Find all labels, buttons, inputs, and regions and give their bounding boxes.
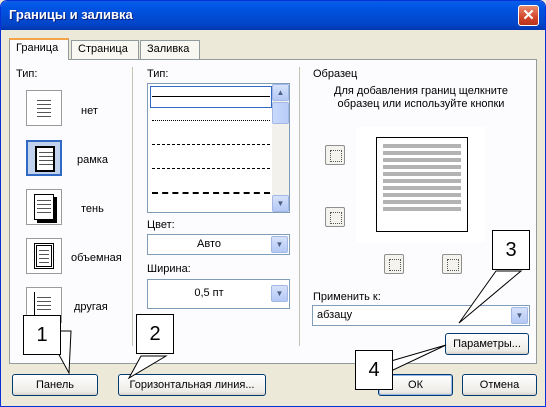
preview-label: Образец: [313, 68, 358, 80]
right-border-button[interactable]: [442, 254, 462, 274]
border-shadow-icon[interactable]: [26, 189, 62, 225]
callout-2: 2: [136, 314, 174, 354]
border-3d-icon[interactable]: [26, 238, 62, 274]
preview-area[interactable]: [356, 127, 486, 242]
options-button[interactable]: Параметры...: [445, 333, 529, 355]
toolbar-panel-button[interactable]: Панель: [12, 374, 98, 396]
style-scrollbar[interactable]: ▲ ▼: [272, 84, 289, 212]
scroll-up-arrow-icon[interactable]: ▲: [272, 84, 289, 101]
title-bar[interactable]: Границы и заливка ✕: [1, 1, 545, 30]
border-box-icon[interactable]: [26, 140, 62, 176]
chevron-down-icon[interactable]: ▼: [271, 236, 288, 253]
close-button[interactable]: ✕: [518, 5, 539, 26]
apply-to-dropdown[interactable]: абзацу ▼: [312, 305, 530, 326]
apply-to-value: абзацу: [317, 309, 353, 321]
apply-to-label: Применить к:: [313, 291, 381, 303]
callout-4: 4: [355, 350, 393, 390]
setting-label: Тип:: [16, 68, 38, 80]
border-none-icon[interactable]: [26, 90, 62, 126]
cancel-button[interactable]: Отмена: [462, 374, 537, 396]
scroll-thumb[interactable]: [272, 102, 289, 124]
top-border-button[interactable]: [325, 145, 345, 165]
scroll-down-arrow-icon[interactable]: ▼: [272, 195, 289, 212]
divider: [132, 67, 133, 346]
preview-hint: Для добавления границ щелкните образец и…: [334, 85, 508, 110]
left-border-button[interactable]: [384, 254, 404, 274]
selected-style-highlight: [150, 86, 272, 108]
chevron-down-icon[interactable]: ▼: [511, 307, 528, 324]
line-style-solid[interactable]: [152, 96, 270, 97]
color-dropdown[interactable]: Авто ▼: [147, 234, 290, 255]
line-style-dash-dot[interactable]: [152, 192, 270, 194]
color-label: Цвет:: [147, 219, 175, 231]
setting-box-label[interactable]: рамка: [77, 154, 108, 166]
borders-and-shading-dialog: Границы и заливка ✕ Граница Страница Зал…: [0, 0, 546, 407]
setting-shadow-label[interactable]: тень: [81, 203, 104, 215]
setting-custom-label[interactable]: другая: [74, 301, 108, 313]
setting-none-label[interactable]: нет: [81, 105, 98, 117]
bottom-border-button[interactable]: [325, 207, 345, 227]
width-label: Ширина:: [147, 263, 191, 275]
line-style-dashed[interactable]: [152, 168, 270, 169]
color-value: Авто: [197, 238, 221, 250]
callout-3: 3: [492, 230, 530, 270]
line-style-dotted[interactable]: [152, 120, 270, 121]
width-value: 0,5 пт: [194, 287, 224, 299]
window-title: Границы и заливка: [9, 7, 133, 22]
tab-borders[interactable]: Граница: [9, 38, 69, 60]
line-style-dashed-fine[interactable]: [152, 144, 270, 145]
width-dropdown[interactable]: 0,5 пт ▼: [147, 279, 290, 309]
divider: [299, 67, 300, 346]
preview-page: [376, 137, 468, 232]
callout-1: 1: [23, 315, 61, 355]
setting-3d-label[interactable]: объемная: [71, 252, 122, 264]
horizontal-line-button[interactable]: Горизонтальная линия...: [118, 374, 266, 396]
tab-shading[interactable]: Заливка: [140, 40, 200, 59]
tab-page-border[interactable]: Страница: [71, 40, 139, 59]
line-style-list[interactable]: ▲ ▼: [147, 83, 290, 213]
style-label: Тип:: [147, 68, 169, 80]
chevron-down-icon[interactable]: ▼: [271, 285, 288, 302]
